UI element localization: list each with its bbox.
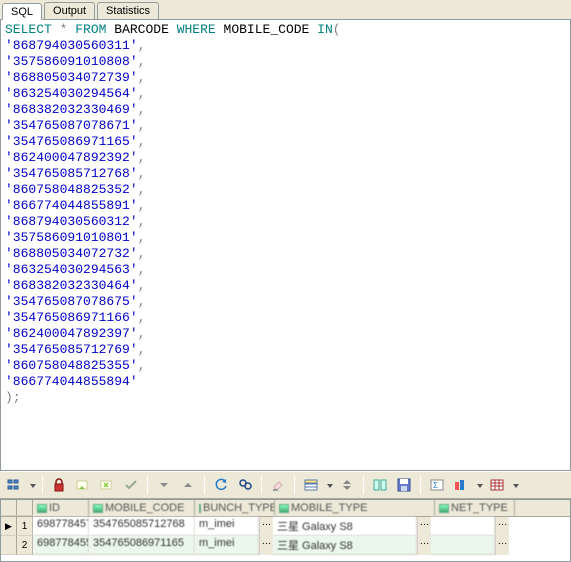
cell-mobile-type[interactable]: 三星 Galaxy S8 [273, 536, 417, 555]
cancel-icon[interactable] [97, 475, 117, 495]
table-row[interactable]: 2698778455354765086971165m_imei…三星 Galax… [1, 536, 570, 555]
dropdown-arrow-icon[interactable] [475, 479, 483, 491]
cell-net-type[interactable] [431, 536, 495, 555]
collapse-icon[interactable] [337, 475, 357, 495]
goto-icon[interactable] [451, 475, 471, 495]
dropdown-arrow-icon[interactable] [511, 479, 519, 491]
count-icon[interactable]: Σ [427, 475, 447, 495]
grid-header-BUNCH_TYPE[interactable]: BUNCH_TYPE [195, 500, 275, 516]
column-icon [93, 504, 103, 513]
results-toolbar: Σ [0, 471, 571, 499]
toolbar-separator [363, 476, 364, 494]
cell-mobile-code[interactable]: 354765085712768 [89, 517, 195, 536]
toolbar-separator [42, 476, 43, 494]
toolbar-separator [294, 476, 295, 494]
table-row[interactable]: ▶1698778457354765085712768m_imei…三星 Gala… [1, 517, 570, 536]
dropdown-arrow-icon[interactable] [325, 479, 333, 491]
post-icon[interactable] [73, 475, 93, 495]
toolbar-separator [147, 476, 148, 494]
row-indicator[interactable] [1, 536, 17, 555]
column-icon [199, 504, 201, 513]
toolbar-separator [204, 476, 205, 494]
cell-expand-btn[interactable]: … [259, 536, 273, 555]
cell-id[interactable]: 698778457 [33, 517, 89, 536]
grid-header: ID MOBILE_CODE BUNCH_TYPE MOBILE_TYPE NET_TY… [1, 500, 570, 517]
row-number: 1 [17, 517, 33, 536]
tab-bar: SQL Output Statistics [0, 0, 571, 20]
toolbar-separator [420, 476, 421, 494]
cell-expand-btn[interactable]: … [259, 517, 273, 536]
tab-output[interactable]: Output [44, 2, 95, 19]
column-label: ID [49, 502, 60, 514]
save-icon[interactable] [394, 475, 414, 495]
results-grid[interactable]: ID MOBILE_CODE BUNCH_TYPE MOBILE_TYPE NET_TY… [0, 499, 571, 562]
find-icon[interactable] [235, 475, 255, 495]
down-icon[interactable] [154, 475, 174, 495]
column-icon [279, 504, 289, 513]
grid-header-ID[interactable]: ID [33, 500, 89, 516]
grid-header-MOBILE_TYPE[interactable]: MOBILE_TYPE [275, 500, 435, 516]
column-label: NET_TYPE [451, 502, 508, 514]
grid-header-NET_TYPE[interactable]: NET_TYPE [435, 500, 515, 516]
cell-mobile-type[interactable]: 三星 Galaxy S8 [273, 517, 417, 536]
cell-expand-btn[interactable]: … [495, 536, 509, 555]
options-icon[interactable] [4, 475, 24, 495]
row-number: 2 [17, 536, 33, 555]
cell-mobile-code[interactable]: 354765086971165 [89, 536, 195, 555]
grid-header-blank [17, 500, 33, 516]
column-label: MOBILE_TYPE [291, 502, 367, 514]
cell-bunch-type[interactable]: m_imei [195, 517, 259, 536]
refresh-icon[interactable] [211, 475, 231, 495]
cell-expand-btn[interactable]: … [495, 517, 509, 536]
column-label: BUNCH_TYPE [203, 502, 275, 514]
compare-icon[interactable] [370, 475, 390, 495]
cell-expand-btn[interactable]: … [417, 536, 431, 555]
tab-sql[interactable]: SQL [2, 3, 42, 20]
apply-icon[interactable] [121, 475, 141, 495]
column-icon [439, 504, 449, 513]
eraser-icon[interactable] [268, 475, 288, 495]
dropdown-arrow-icon[interactable] [28, 479, 36, 491]
column-icon [37, 504, 47, 513]
grid-header-blank [1, 500, 17, 516]
lock-icon[interactable] [49, 475, 69, 495]
table-icon[interactable] [487, 475, 507, 495]
tab-statistics[interactable]: Statistics [97, 2, 159, 19]
cell-bunch-type[interactable]: m_imei [195, 536, 259, 555]
toolbar-separator [261, 476, 262, 494]
column-label: MOBILE_CODE [105, 502, 184, 514]
grid-view-icon[interactable] [301, 475, 321, 495]
cell-net-type[interactable] [431, 517, 495, 536]
sql-editor[interactable]: SELECT * FROM BARCODE WHERE MOBILE_CODE … [0, 20, 571, 471]
row-indicator[interactable]: ▶ [1, 517, 17, 536]
svg-text:Σ: Σ [433, 481, 438, 490]
cell-id[interactable]: 698778455 [33, 536, 89, 555]
up-icon[interactable] [178, 475, 198, 495]
cell-expand-btn[interactable]: … [417, 517, 431, 536]
grid-header-MOBILE_CODE[interactable]: MOBILE_CODE [89, 500, 195, 516]
